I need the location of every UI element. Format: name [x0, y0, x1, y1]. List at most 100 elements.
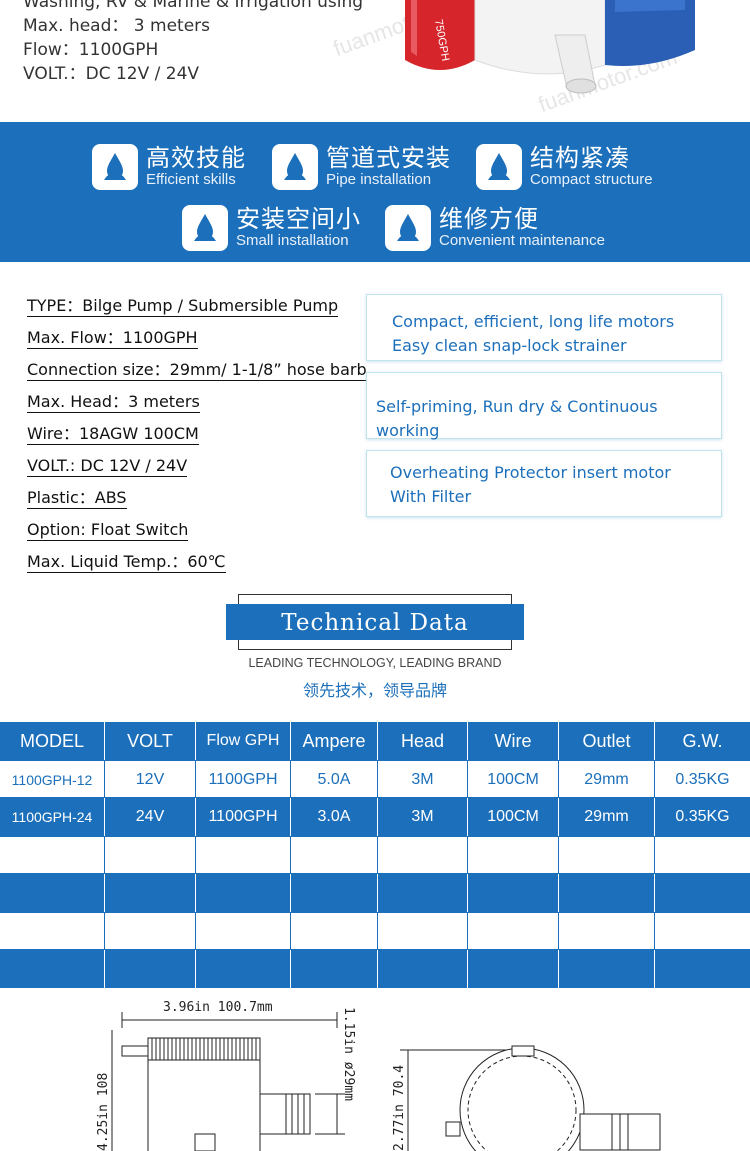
- table-header: Flow GPH: [195, 722, 290, 760]
- table-header: Head: [377, 722, 467, 760]
- table-cell: [377, 913, 467, 951]
- table-cell: 3M: [377, 798, 467, 836]
- spec-item: Option: Float Switch: [27, 520, 189, 541]
- callout-line: Self-priming, Run dry & Continuous worki…: [376, 397, 658, 440]
- intro-line: Washing, RV & Marine & Irrigation using: [23, 0, 364, 12]
- callout-line: With Filter: [390, 487, 472, 506]
- table-cell: [377, 950, 467, 988]
- table-cell: [104, 874, 195, 912]
- feature-banner: 高效技能 Efficient skills 管道式安装 Pipe install…: [0, 122, 750, 262]
- feature-small: 安装空间小 Small installation: [182, 205, 361, 251]
- table-cell: [377, 837, 467, 875]
- table-cell: [195, 874, 290, 912]
- callout-line: Compact, efficient, long life motors: [392, 312, 675, 331]
- table-cell: 24V: [104, 798, 195, 836]
- table-cell: 100CM: [467, 761, 558, 799]
- table-cell: [377, 874, 467, 912]
- pump-drawing: 3.96in 100.7mm 1.15in ø29mm 4.25in 108 2…: [96, 1000, 661, 1151]
- table-cell: 1100GPH-12: [11, 772, 93, 788]
- feature-cn: 管道式安装: [326, 144, 451, 172]
- feature-en: Small installation: [236, 232, 349, 249]
- technical-data-title: Technical Data: [226, 604, 524, 640]
- feature-efficient: 高效技能 Efficient skills: [92, 144, 246, 190]
- feature-cn: 安装空间小: [236, 205, 361, 233]
- technical-data-subtitle: LEADING TECHNOLOGY, LEADING BRAND: [248, 656, 502, 670]
- feature-maintenance: 维修方便 Convenient maintenance: [385, 205, 605, 251]
- callout-line: Easy clean snap-lock strainer: [392, 336, 627, 355]
- feature-en: Pipe installation: [326, 171, 432, 188]
- table-cell: [104, 913, 195, 951]
- water-drop-leaf-icon: [182, 205, 228, 251]
- table-cell: [654, 950, 750, 988]
- table-cell: [558, 837, 654, 875]
- table-cell: [290, 913, 377, 951]
- water-drop-leaf-icon: [92, 144, 138, 190]
- spec-item: Max. Head：3 meters: [27, 392, 200, 413]
- spec-item: TYPE：Bilge Pump / Submersible Pump: [27, 296, 339, 317]
- callout-line: Overheating Protector insert motor: [390, 463, 671, 482]
- side-height-dimension: 2.77in 70.4: [392, 1065, 407, 1151]
- feature-en: Efficient skills: [146, 171, 236, 188]
- table-cell: 29mm: [558, 798, 654, 836]
- table-cell: [290, 837, 377, 875]
- spec-item: Wire：18AGW 100CM: [27, 424, 199, 445]
- spec-item: Plastic：ABS: [27, 488, 127, 509]
- feature-cn: 维修方便: [439, 205, 539, 233]
- callout-priming: Self-priming, Run dry & Continuous worki…: [366, 372, 722, 440]
- table-header: VOLT: [104, 722, 195, 760]
- feature-pipe: 管道式安装 Pipe installation: [272, 144, 451, 190]
- table-cell: 0.35KG: [654, 798, 750, 836]
- table-cell: [558, 874, 654, 912]
- table-cell: [290, 874, 377, 912]
- table-row: [0, 874, 750, 912]
- table-cell: 1100GPH: [195, 761, 290, 799]
- table-cell: [467, 950, 558, 988]
- table-cell: [104, 837, 195, 875]
- outlet-dimension: 1.15in ø29mm: [341, 1007, 356, 1101]
- feature-cn: 高效技能: [146, 144, 246, 172]
- table-row: [0, 912, 750, 951]
- table-cell: 3.0A: [290, 798, 377, 836]
- intro-line: VOLT.：DC 12V / 24V: [23, 64, 200, 84]
- spec-item: Max. Flow：1100GPH: [27, 328, 198, 349]
- table-cell: [0, 837, 104, 875]
- water-drop-leaf-icon: [476, 144, 522, 190]
- table-cell: [467, 837, 558, 875]
- table-header: Wire: [467, 722, 558, 760]
- callout-protector: Overheating Protector insert motor With …: [366, 450, 722, 517]
- table-header: MODEL: [19, 730, 84, 751]
- intro-line: Flow：1100GPH: [23, 40, 159, 60]
- intro-line: Max. head： 3 meters: [23, 16, 211, 36]
- table-cell: [195, 837, 290, 875]
- table-row: 1100GPH-24 24V 1100GPH 3.0A 3M 100CM 29m…: [0, 798, 750, 836]
- spec-item: Max. Liquid Temp.：60℃: [27, 552, 226, 573]
- table-cell: [654, 874, 750, 912]
- spec-item: Connection size：29mm/ 1-1/8” hose barb: [27, 360, 367, 381]
- table-cell: [467, 913, 558, 951]
- table-cell: [290, 950, 377, 988]
- table-cell: 100CM: [467, 798, 558, 836]
- table-row: [0, 950, 750, 988]
- water-drop-leaf-icon: [272, 144, 318, 190]
- feature-compact: 结构紧凑 Compact structure: [476, 144, 653, 190]
- table-row: [0, 836, 750, 875]
- table-cell: 3M: [377, 761, 467, 799]
- table-header-row: MODEL VOLT Flow GPH Ampere Head Wire Out…: [0, 722, 750, 760]
- table-header: Ampere: [290, 722, 377, 760]
- table-cell: [0, 950, 104, 988]
- table-cell: 0.35KG: [654, 761, 750, 799]
- table-cell: [0, 874, 104, 912]
- table-cell: [558, 950, 654, 988]
- table-cell: [104, 950, 195, 988]
- technical-data-subtitle-cn: 领先技术，领导品牌: [302, 681, 447, 700]
- table-cell: [654, 837, 750, 875]
- callout-motor: Compact, efficient, long life motors Eas…: [366, 294, 722, 361]
- table-cell: [558, 913, 654, 951]
- table-cell: 12V: [104, 761, 195, 799]
- water-drop-leaf-icon: [385, 205, 431, 251]
- feature-en: Convenient maintenance: [439, 232, 605, 249]
- table-cell: 1100GPH-24: [11, 809, 93, 825]
- table-header: Outlet: [558, 722, 654, 760]
- spec-item: VOLT.: DC 12V / 24V: [27, 456, 188, 477]
- table-row: 1100GPH-12 12V 1100GPH 5.0A 3M 100CM 29m…: [0, 760, 750, 799]
